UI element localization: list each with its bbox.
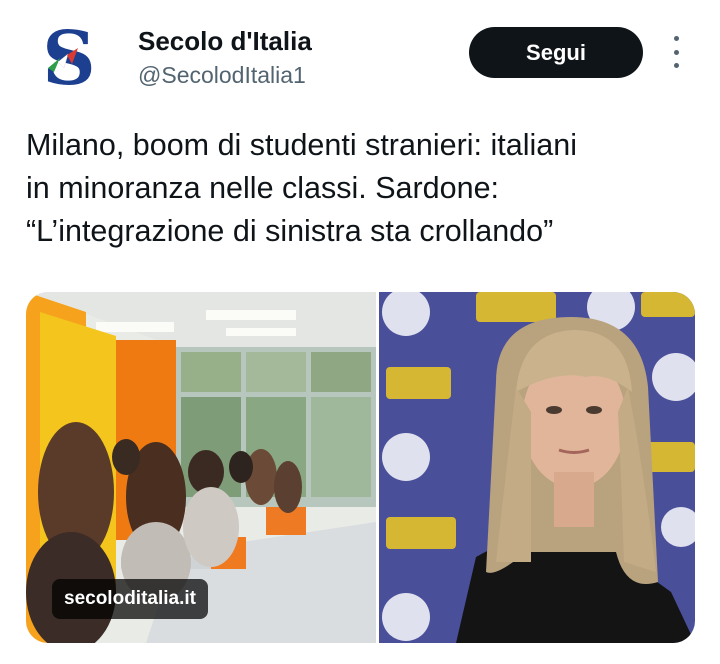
more-vertical-icon[interactable] [666, 36, 686, 68]
tweet-line: in minoranza nelle classi. Sardone: [26, 171, 500, 205]
link-domain-badge[interactable]: secoloditalia.it [52, 579, 208, 619]
woman-portrait-photo [379, 292, 695, 643]
tweet-line: “L’integrazione di sinistra sta crolland… [26, 214, 554, 248]
account-handle[interactable]: @SecolodItalia1 [138, 62, 306, 89]
display-name[interactable]: Secolo d'Italia [138, 26, 312, 57]
tweet-text: Milano, boom di studenti stranieri: ital… [26, 124, 696, 253]
secolo-logo-icon: S [42, 16, 95, 102]
tweet-line: Milano, boom di studenti stranieri: ital… [26, 128, 577, 162]
follow-button[interactable]: Segui [469, 27, 643, 78]
avatar[interactable]: S [34, 16, 104, 102]
